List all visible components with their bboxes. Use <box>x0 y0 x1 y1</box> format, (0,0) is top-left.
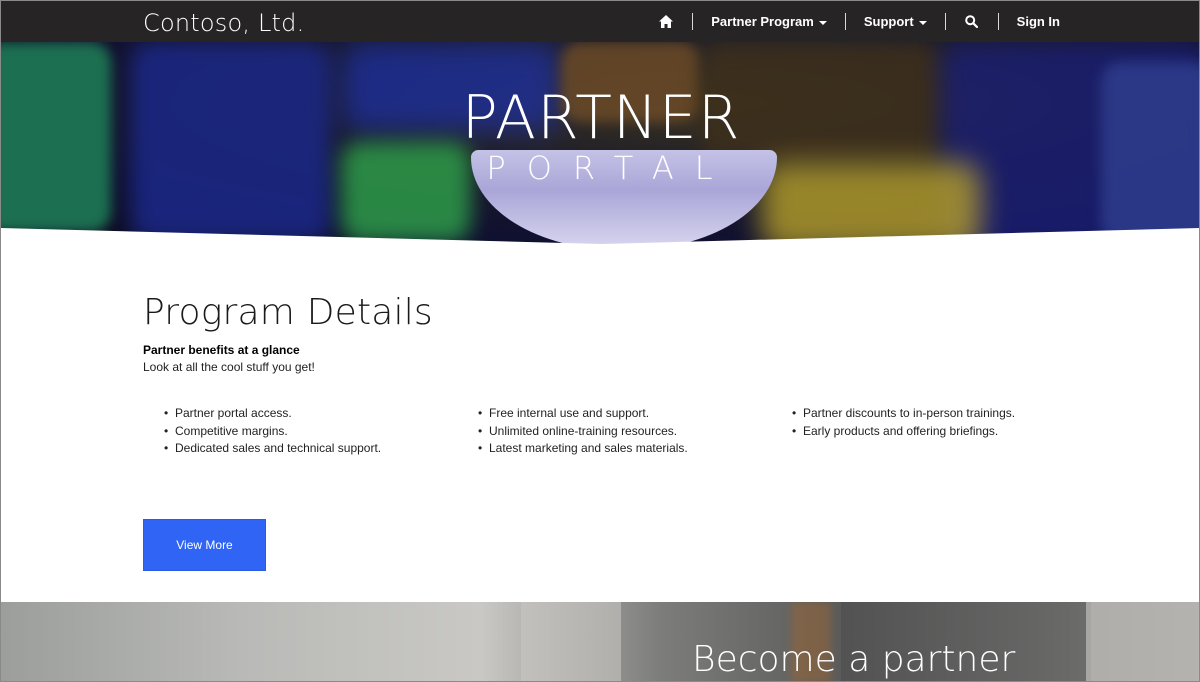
banner-image <box>521 602 621 681</box>
nav-partner-program[interactable]: Partner Program <box>693 1 845 42</box>
become-partner-title: Become a partner <box>692 639 1016 680</box>
list-item: Dedicated sales and technical support. <box>164 440 381 458</box>
chevron-down-icon <box>818 20 827 25</box>
nav-links: Partner Program Support Sign In <box>640 1 1060 42</box>
benefits-column: Partner discounts to in-person trainings… <box>792 405 1015 440</box>
hero-wave-divider <box>1 228 1199 244</box>
sign-in-label: Sign In <box>1016 14 1060 29</box>
list-item: Unlimited online-training resources. <box>478 423 688 441</box>
nav-support[interactable]: Support <box>846 1 945 42</box>
nav-home[interactable] <box>640 1 692 42</box>
hero-banner: PARTNER PORTAL <box>1 42 1199 244</box>
benefits-column: Partner portal access. Competitive margi… <box>164 405 381 458</box>
top-nav: Contoso, Ltd. Partner Program Support Si… <box>1 1 1199 42</box>
section-subtitle: Partner benefits at a glance <box>143 343 300 357</box>
hero-title: PARTNER <box>461 83 741 153</box>
search-icon <box>964 14 980 30</box>
page-title: Program Details <box>143 292 433 333</box>
list-item: Partner portal access. <box>164 405 381 423</box>
become-partner-banner <box>1 602 1199 681</box>
nav-search[interactable] <box>946 1 998 42</box>
list-item: Competitive margins. <box>164 423 381 441</box>
nav-support-label: Support <box>863 14 914 29</box>
home-icon <box>658 14 674 30</box>
brand-logo[interactable]: Contoso, Ltd. <box>143 9 304 37</box>
hero-subtitle: PORTAL <box>486 149 734 187</box>
list-item: Partner discounts to in-person trainings… <box>792 405 1015 423</box>
chevron-down-icon <box>918 20 927 25</box>
list-item: Early products and offering briefings. <box>792 423 1015 441</box>
banner-image <box>1086 602 1199 681</box>
page-frame: Contoso, Ltd. Partner Program Support Si… <box>0 0 1200 682</box>
list-item: Free internal use and support. <box>478 405 688 423</box>
nav-partner-program-label: Partner Program <box>711 14 814 29</box>
view-more-button[interactable]: View More <box>143 519 266 571</box>
nav-sign-in[interactable]: Sign In <box>999 1 1060 42</box>
benefits-column: Free internal use and support. Unlimited… <box>478 405 688 458</box>
section-description: Look at all the cool stuff you get! <box>143 360 315 374</box>
list-item: Latest marketing and sales materials. <box>478 440 688 458</box>
